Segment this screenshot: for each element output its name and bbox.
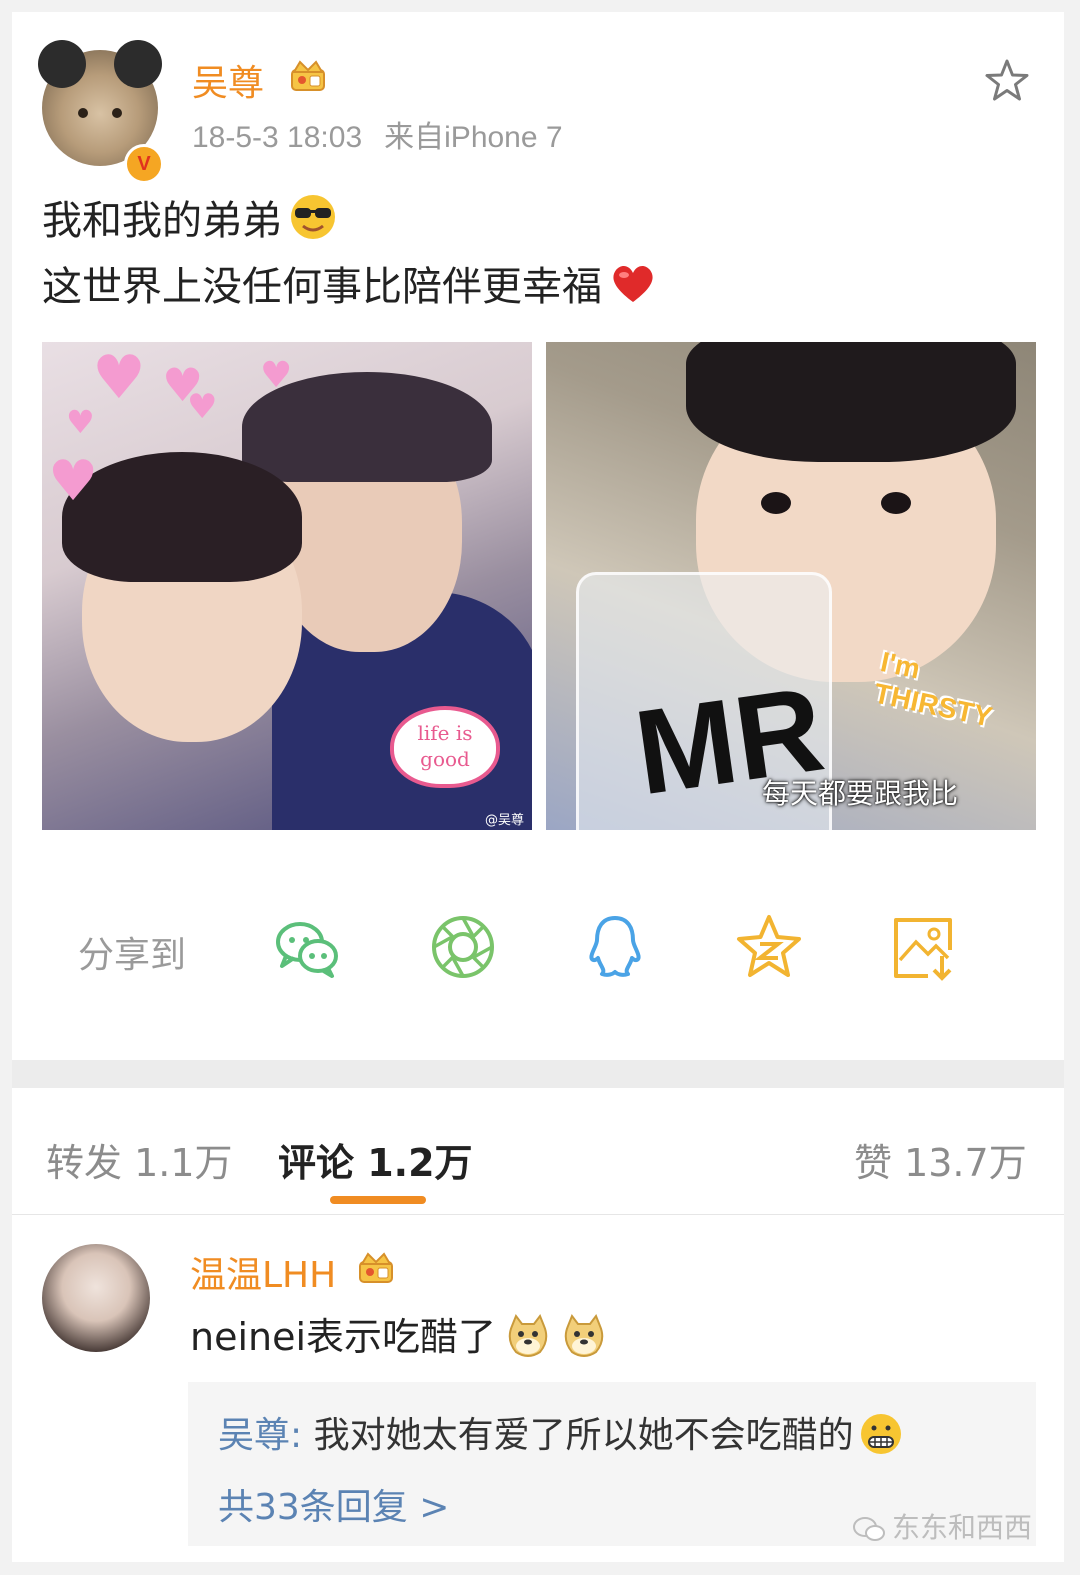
image-shape <box>686 342 1016 462</box>
vip-crown-icon <box>291 60 325 91</box>
reply-text: 我对她太有爱了所以她不会吃醋的 <box>313 1415 854 1456</box>
post-body: 我和我的弟弟 这世界上没任何事比陪伴更幸福 <box>42 188 1032 320</box>
account-watermark: 东东和西西 <box>852 1506 1032 1546</box>
save-image-icon[interactable] <box>888 912 958 982</box>
avatar-eye <box>112 108 122 118</box>
thirsty-sticker: I'm THIRSTY <box>871 646 995 733</box>
wechat-watermark-icon <box>853 1517 885 1541</box>
share-label: 分享到 <box>78 935 187 976</box>
heart-sticker-icon: ♥ <box>187 387 218 427</box>
grimace-emoji-icon <box>860 1414 901 1454</box>
qzone-icon[interactable] <box>734 912 804 982</box>
author-avatar[interactable]: V <box>38 40 164 184</box>
image-watermark: @吴尊 <box>484 813 524 828</box>
heart-sticker-icon: ♥ <box>260 355 293 396</box>
commenter-avatar[interactable] <box>42 1244 150 1352</box>
favorite-star-icon[interactable] <box>982 56 1032 106</box>
mouse-ear-right <box>114 40 162 88</box>
tab-bottom-border <box>12 1214 1064 1215</box>
image-shape <box>761 492 791 514</box>
post-timestamp: 18-5-3 18:03 <box>192 121 363 154</box>
author-name[interactable]: 吴尊 <box>192 54 264 106</box>
image-caption: 每天都要跟我比 <box>762 777 959 810</box>
commenter-name[interactable]: 温温LHH <box>190 1246 336 1298</box>
doge-emoji-icon <box>564 1313 604 1357</box>
tab-comments[interactable]: 评论 1.2万 <box>278 1132 473 1187</box>
mouse-ear-left <box>38 40 86 88</box>
reply-item: 吴尊: 我对她太有爱了所以她不会吃醋的 <box>218 1406 904 1458</box>
heart-sticker-icon: ♥ <box>92 343 146 413</box>
image-shape <box>881 492 911 514</box>
section-divider <box>12 1060 1064 1088</box>
moments-icon[interactable] <box>428 912 498 982</box>
life-is-good-sticker: life is good <box>390 706 500 788</box>
weibo-post-card: V 吴尊 18-5-3 18:03 来自iPhone 7 我和我的弟弟 这世界上没… <box>12 12 1064 1562</box>
post-line-1: 我和我的弟弟 <box>42 188 1032 254</box>
avatar-eye <box>78 108 88 118</box>
sunglasses-emoji-icon <box>291 195 335 239</box>
heart-sticker-icon: ♥ <box>66 403 95 441</box>
post-source: 来自iPhone 7 <box>384 121 563 154</box>
tab-repost[interactable]: 转发 1.1万 <box>46 1132 233 1187</box>
wechat-icon[interactable] <box>272 912 342 982</box>
heart-sticker-icon: ♥ <box>48 449 99 514</box>
active-tab-indicator <box>330 1196 426 1204</box>
verified-badge: V <box>124 144 164 184</box>
red-heart-emoji-icon <box>613 266 653 302</box>
reply-author[interactable]: 吴尊: <box>218 1415 302 1456</box>
qq-icon[interactable] <box>580 912 650 982</box>
post-line-2: 这世界上没任何事比陪伴更幸福 <box>42 254 1032 320</box>
tab-likes[interactable]: 赞 13.7万 <box>854 1132 1027 1187</box>
view-more-replies-link[interactable]: 共33条回复 > <box>218 1478 449 1530</box>
doge-emoji-icon <box>508 1313 548 1357</box>
vip-crown-icon <box>359 1252 393 1283</box>
post-meta: 18-5-3 18:03 来自iPhone 7 <box>192 112 585 156</box>
post-image-2[interactable]: MR I'm THIRSTY 每天都要跟我比 <box>546 342 1036 830</box>
comment-text: neinei表示吃醋了 <box>190 1306 608 1361</box>
post-image-1[interactable]: ♥ ♥ ♥ ♥ ♥ ♥ life is good @吴尊 <box>42 342 532 830</box>
